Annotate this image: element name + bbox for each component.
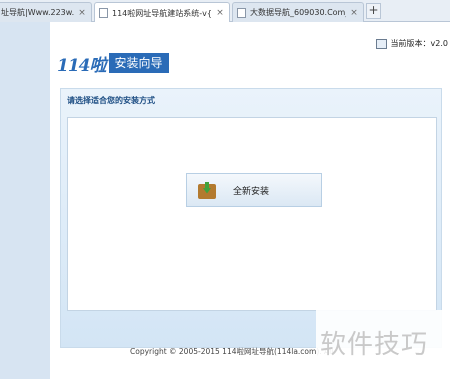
copyright-text: Copyright © 2005-2015 114啦网址导航(114la.com… xyxy=(130,347,334,356)
version-text: 当前版本：v2.0 xyxy=(390,39,448,48)
close-icon[interactable]: × xyxy=(349,8,359,18)
fresh-install-button[interactable]: 全新安装 xyxy=(186,173,322,207)
close-icon[interactable]: × xyxy=(215,8,225,18)
logo-title: 安装向导 xyxy=(108,53,169,73)
fresh-install-label: 全新安装 xyxy=(233,186,270,197)
page-icon xyxy=(99,8,108,18)
tab-114la-install[interactable]: 114啦网址导航建站系统-v{$v} × xyxy=(94,2,230,23)
tab-223w[interactable]: 址导航|Www.223w.Cc × xyxy=(0,2,92,22)
version-info: 当前版本：v2.0 xyxy=(375,38,448,49)
package-download-icon xyxy=(198,181,216,199)
monitor-icon xyxy=(375,38,387,49)
installer-header: 114啦 安装向导 当前版本：v2.0 xyxy=(50,30,450,82)
tab-label: 址导航|Www.223w.Cc xyxy=(1,8,74,17)
tab-609030[interactable]: 大数据导航_609030.Com_云时 × xyxy=(232,2,364,22)
tab-label: 114啦网址导航建站系统-v{$v} xyxy=(112,8,212,18)
watermark: 软件技巧 xyxy=(316,310,450,379)
close-icon[interactable]: × xyxy=(77,8,87,18)
page-icon xyxy=(237,7,246,18)
logo-number: 114啦 xyxy=(57,55,106,76)
tab-label: 大数据导航_609030.Com_云时 xyxy=(250,8,346,17)
install-options-area: 全新安装 xyxy=(67,117,437,311)
left-background-strip xyxy=(0,22,50,379)
watermark-text: 软件技巧 xyxy=(320,330,429,360)
new-tab-button[interactable]: + xyxy=(366,3,381,19)
install-panel: 请选择适合您的安装方式 全新安装 xyxy=(60,88,442,348)
logo: 114啦 安装向导 xyxy=(57,52,169,76)
panel-title: 请选择适合您的安装方式 xyxy=(67,96,155,105)
browser-tab-bar: 址导航|Www.223w.Cc × 114啦网址导航建站系统-v{$v} × 大… xyxy=(0,0,450,23)
